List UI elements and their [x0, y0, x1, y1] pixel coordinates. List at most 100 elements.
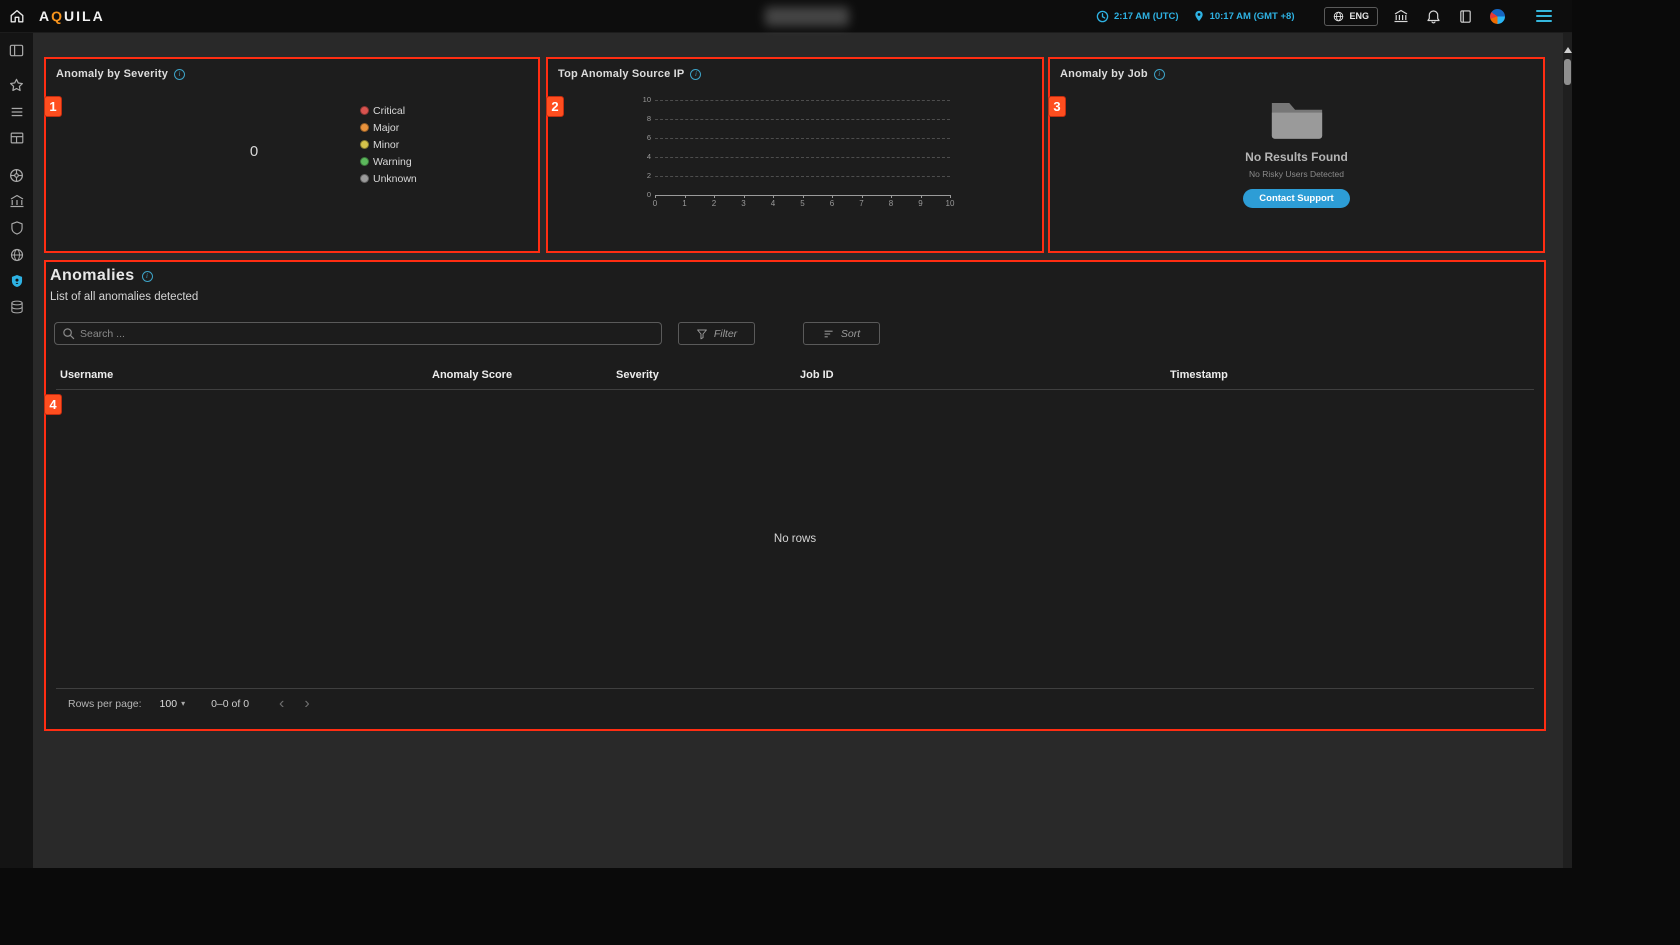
legend-dot	[360, 106, 369, 115]
topbar: AQUILA 2:17 AM (UTC) 10:17 AM (GMT +8)	[0, 0, 1572, 33]
legend-dot	[360, 174, 369, 183]
home-icon	[9, 8, 25, 24]
column-header-anomaly-score[interactable]: Anomaly Score	[432, 369, 512, 381]
redacted-blur	[765, 7, 849, 26]
x-tick-label: 0	[647, 199, 663, 208]
x-tick-label: 2	[706, 199, 722, 208]
gridline	[655, 100, 950, 101]
wheel-icon	[8, 167, 25, 184]
contact-support-button[interactable]: Contact Support	[1243, 189, 1349, 208]
organization-button[interactable]	[1392, 7, 1410, 25]
legend-label: Major	[373, 122, 399, 134]
legend-item: Critical	[360, 102, 417, 119]
card-title: Anomaly by Severity	[56, 68, 168, 80]
x-tick-label: 3	[736, 199, 752, 208]
table-header-row: Username Anomaly Score Severity Job ID T…	[56, 361, 1534, 390]
notifications-button[interactable]	[1424, 7, 1442, 25]
language-selector[interactable]: ENG	[1324, 7, 1378, 26]
x-tick-mark	[862, 195, 863, 198]
empty-state-subtitle: No Risky Users Detected	[1249, 169, 1344, 179]
docs-button[interactable]	[1456, 7, 1474, 25]
scrollbar[interactable]	[1563, 33, 1572, 868]
sidebar-item-list[interactable]	[0, 99, 33, 125]
scrollbar-thumb[interactable]	[1564, 59, 1571, 85]
x-tick-mark	[655, 195, 656, 198]
annotation-badge-4: 4	[44, 394, 62, 415]
layout-panel-icon	[8, 42, 25, 59]
empty-state-title: No Results Found	[1245, 150, 1348, 164]
sidebar-item-anomalies-active[interactable]	[0, 268, 33, 294]
help-button[interactable]	[1488, 7, 1506, 25]
gridline	[655, 138, 950, 139]
info-icon[interactable]: i	[690, 69, 701, 80]
logo-letter-q: Q	[51, 8, 64, 24]
app-window: AQUILA 2:17 AM (UTC) 10:17 AM (GMT +8)	[0, 0, 1572, 868]
colorful-globe-icon	[1490, 9, 1505, 24]
sidebar-item-layout[interactable]	[0, 37, 33, 63]
sidebar-item-wheel[interactable]	[0, 162, 33, 188]
badge-shield-icon	[9, 273, 25, 289]
scroll-up-arrow-icon[interactable]	[1564, 47, 1572, 53]
language-label: ENG	[1349, 11, 1369, 21]
rows-per-page-select[interactable]: 100 ▾	[160, 698, 186, 710]
search-input[interactable]	[80, 328, 654, 340]
source-ip-chart: 0246810012345678910	[655, 100, 950, 195]
anomaly-by-job-card: Anomaly by Job i No Results Found No Ris…	[1048, 57, 1545, 253]
sidebar-item-tables[interactable]	[0, 125, 33, 151]
column-header-job-id[interactable]: Job ID	[800, 369, 834, 381]
legend-dot	[360, 140, 369, 149]
sidebar-item-bank[interactable]	[0, 188, 33, 214]
logo-letters: UILA	[64, 8, 105, 24]
y-tick-label: 4	[637, 152, 651, 161]
pagination-range: 0–0 of 0	[211, 698, 249, 710]
x-tick-label: 8	[883, 199, 899, 208]
annotation-badge-1: 1	[44, 96, 62, 117]
legend-item: Warning	[360, 153, 417, 170]
previous-page-button[interactable]: ‹	[279, 696, 284, 712]
sidebar-item-database[interactable]	[0, 294, 33, 320]
column-header-severity[interactable]: Severity	[616, 369, 659, 381]
bank-icon	[9, 193, 25, 209]
page-title: Anomalies	[50, 267, 135, 285]
menu-button[interactable]	[1536, 10, 1552, 22]
logo-letter: A	[39, 8, 51, 24]
search-box	[54, 322, 662, 345]
chevron-down-icon: ▾	[181, 699, 185, 708]
x-tick-mark	[950, 195, 951, 198]
job-empty-state: No Results Found No Risky Users Detected…	[1050, 59, 1543, 251]
table-empty-message: No rows	[56, 390, 1534, 688]
x-tick-label: 10	[942, 199, 958, 208]
sort-button[interactable]: Sort	[803, 322, 880, 345]
info-icon[interactable]: i	[174, 69, 185, 80]
y-tick-label: 2	[637, 171, 651, 180]
x-tick-mark	[891, 195, 892, 198]
legend-label: Unknown	[373, 173, 417, 185]
sidebar	[0, 33, 33, 868]
anomaly-by-severity-card: Anomaly by Severity i 0 CriticalMajorMin…	[44, 57, 540, 253]
info-icon[interactable]: i	[142, 271, 153, 282]
x-tick-mark	[803, 195, 804, 198]
app-logo: AQUILA	[39, 8, 105, 24]
bell-icon	[1426, 9, 1441, 24]
legend-item: Minor	[360, 136, 417, 153]
database-icon	[9, 299, 25, 315]
annotation-badge-3: 3	[1048, 96, 1066, 117]
gridline	[655, 119, 950, 120]
filter-button[interactable]: Filter	[678, 322, 755, 345]
sidebar-item-network[interactable]	[0, 242, 33, 268]
y-tick-label: 8	[637, 114, 651, 123]
table-footer: Rows per page: 100 ▾ 0–0 of 0 ‹ ›	[56, 688, 1534, 718]
sidebar-item-security[interactable]	[0, 215, 33, 241]
column-header-timestamp[interactable]: Timestamp	[1170, 369, 1228, 381]
x-tick-mark	[832, 195, 833, 198]
y-tick-label: 6	[637, 133, 651, 142]
annotation-badge-2: 2	[546, 96, 564, 117]
column-header-username[interactable]: Username	[60, 369, 113, 381]
x-tick-label: 1	[677, 199, 693, 208]
sidebar-item-favorites[interactable]	[0, 72, 33, 98]
main-content: Anomaly by Severity i 0 Critical Major Min…	[33, 33, 1563, 868]
star-icon	[8, 77, 25, 94]
legend-label: Warning	[373, 156, 412, 168]
next-page-button[interactable]: ›	[304, 696, 309, 712]
home-button[interactable]	[0, 0, 33, 33]
